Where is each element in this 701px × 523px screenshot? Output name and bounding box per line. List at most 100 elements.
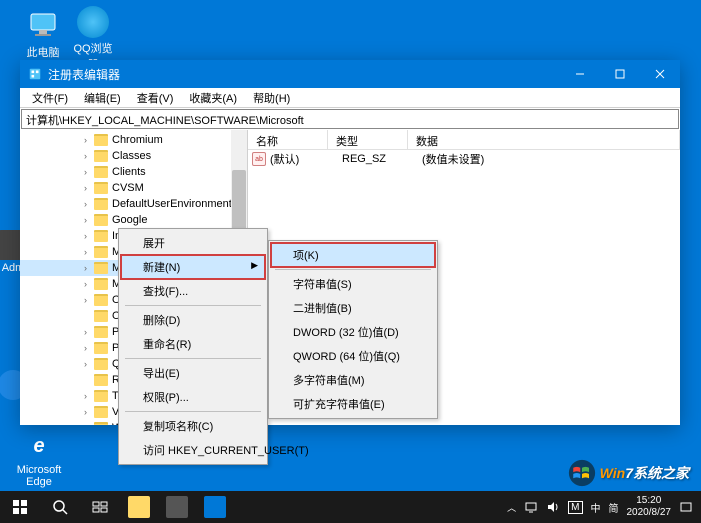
browser-icon [77,6,109,38]
taskbar-app-regedit[interactable] [196,491,234,523]
folder-icon [94,326,108,338]
folder-icon [94,134,108,146]
taskbar-app-browser[interactable] [158,491,196,523]
close-button[interactable] [640,60,680,88]
list-row[interactable]: ab (默认) REG_SZ (数值未设置) [248,150,680,168]
context-menu-item[interactable]: 展开 [121,231,265,255]
expand-icon[interactable]: › [84,327,94,337]
list-header: 名称 类型 数据 [248,130,680,150]
col-type[interactable]: 类型 [328,130,408,149]
expand-icon[interactable]: › [84,407,94,417]
desktop: 此电脑 QQ浏览器 Adm e Microsoft Edge 注册表编辑器 文件… [0,0,701,523]
tree-item[interactable]: › Google [20,212,247,228]
tree-item-label: Google [112,214,147,226]
context-menu-item[interactable]: 重命名(R) [121,332,265,356]
context-menu-item[interactable]: 项(K) [271,243,435,267]
tree-item[interactable]: ›Classes [20,148,247,164]
context-menu-item[interactable]: DWORD (32 位)值(D) [271,320,435,344]
menu-separator [125,411,261,412]
folder-icon [94,166,108,178]
expand-icon[interactable]: › [84,247,94,257]
desktop-icon-computer[interactable]: 此电脑 [18,6,68,60]
folder-icon [94,390,108,402]
desktop-icon-edge[interactable]: e Microsoft Edge [14,430,64,488]
context-menu-item[interactable]: 新建(N)▶ [121,255,265,279]
expand-icon[interactable]: › [84,423,94,425]
tree-item[interactable]: ›CVSM [20,180,247,196]
context-menu-item[interactable]: 导出(E) [121,361,265,385]
value-name: (默认) [270,151,342,167]
context-menu-item[interactable]: QWORD (64 位)值(Q) [271,344,435,368]
watermark-text: Win7系统之家 [600,463,689,483]
volume-icon[interactable] [546,500,560,514]
context-submenu-new: 项(K) 字符串值(S)二进制值(B)DWORD (32 位)值(D)QWORD … [268,240,438,419]
notification-icon[interactable] [679,500,693,514]
context-menu-item[interactable]: 删除(D) [121,308,265,332]
expand-icon[interactable]: › [84,215,94,225]
expand-icon[interactable]: › [84,279,94,289]
folder-icon [94,214,108,226]
col-name[interactable]: 名称 [248,130,328,149]
folder-icon [94,310,108,322]
expand-icon[interactable]: › [84,151,94,161]
expand-icon[interactable]: › [84,199,94,209]
menu-help[interactable]: 帮助(H) [245,88,298,107]
folder-icon [94,342,108,354]
menu-file[interactable]: 文件(F) [24,88,76,107]
context-menu-item[interactable]: 访问 HKEY_CURRENT_USER(T) [121,438,265,462]
expand-icon[interactable]: › [84,359,94,369]
menu-separator [125,358,261,359]
folder-icon [94,198,108,210]
titlebar[interactable]: 注册表编辑器 [20,60,680,88]
expand-icon[interactable]: › [84,135,94,145]
address-bar[interactable]: 计算机\HKEY_LOCAL_MACHINE\SOFTWARE\Microsof… [21,109,679,129]
tree-item-label: Chromium [112,134,163,146]
minimize-button[interactable] [560,60,600,88]
expand-icon[interactable]: › [84,167,94,177]
tray-chevron-icon[interactable]: ︿ [507,501,516,514]
folder-icon [94,262,108,274]
context-menu-item[interactable]: 字符串值(S) [271,272,435,296]
expand-icon[interactable]: › [84,231,94,241]
menubar: 文件(F) 编辑(E) 查看(V) 收藏夹(A) 帮助(H) [20,88,680,108]
taskbar: ︿ M 中 简 15:20 2020/8/27 [0,491,701,523]
folder-icon [94,230,108,242]
menu-separator [275,269,431,270]
folder-icon [94,422,108,425]
expand-icon[interactable]: › [84,263,94,273]
context-menu-item[interactable]: 查找(F)... [121,279,265,303]
context-menu-item[interactable]: 可扩充字符串值(E) [271,392,435,416]
taskbar-app-explorer[interactable] [120,491,158,523]
scrollbar-thumb[interactable] [232,170,246,230]
col-data[interactable]: 数据 [408,130,680,149]
tree-item[interactable]: ›Clients [20,164,247,180]
expand-icon[interactable]: › [84,391,94,401]
context-menu-item[interactable]: 多字符串值(M) [271,368,435,392]
menu-view[interactable]: 查看(V) [129,88,182,107]
context-menu-item[interactable]: 复制项名称(C) [121,414,265,438]
expand-icon[interactable]: › [84,343,94,353]
network-icon[interactable] [524,500,538,514]
ime-indicator-ch[interactable]: 中 [591,500,601,515]
watermark: Win7系统之家 [568,459,689,487]
tree-item[interactable]: ›DefaultUserEnvironment [20,196,247,212]
menu-favorites[interactable]: 收藏夹(A) [181,88,245,107]
expand-icon[interactable]: › [84,183,94,193]
folder-icon [94,358,108,370]
task-view-button[interactable] [80,491,120,523]
folder-icon [94,150,108,162]
folder-icon [94,182,108,194]
start-button[interactable] [0,491,40,523]
expand-icon[interactable]: › [84,295,94,305]
clock-date: 2020/8/27 [627,507,672,519]
menu-edit[interactable]: 编辑(E) [76,88,129,107]
tree-item[interactable]: › Chromium [20,132,247,148]
search-button[interactable] [40,491,80,523]
context-menu-item[interactable]: 二进制值(B) [271,296,435,320]
ime-indicator-m[interactable]: M [568,501,582,514]
maximize-button[interactable] [600,60,640,88]
context-menu-item[interactable]: 权限(P)... [121,385,265,409]
edge-icon: e [23,430,55,462]
ime-indicator-simp[interactable]: 简 [609,500,619,515]
clock[interactable]: 15:20 2020/8/27 [627,495,672,519]
